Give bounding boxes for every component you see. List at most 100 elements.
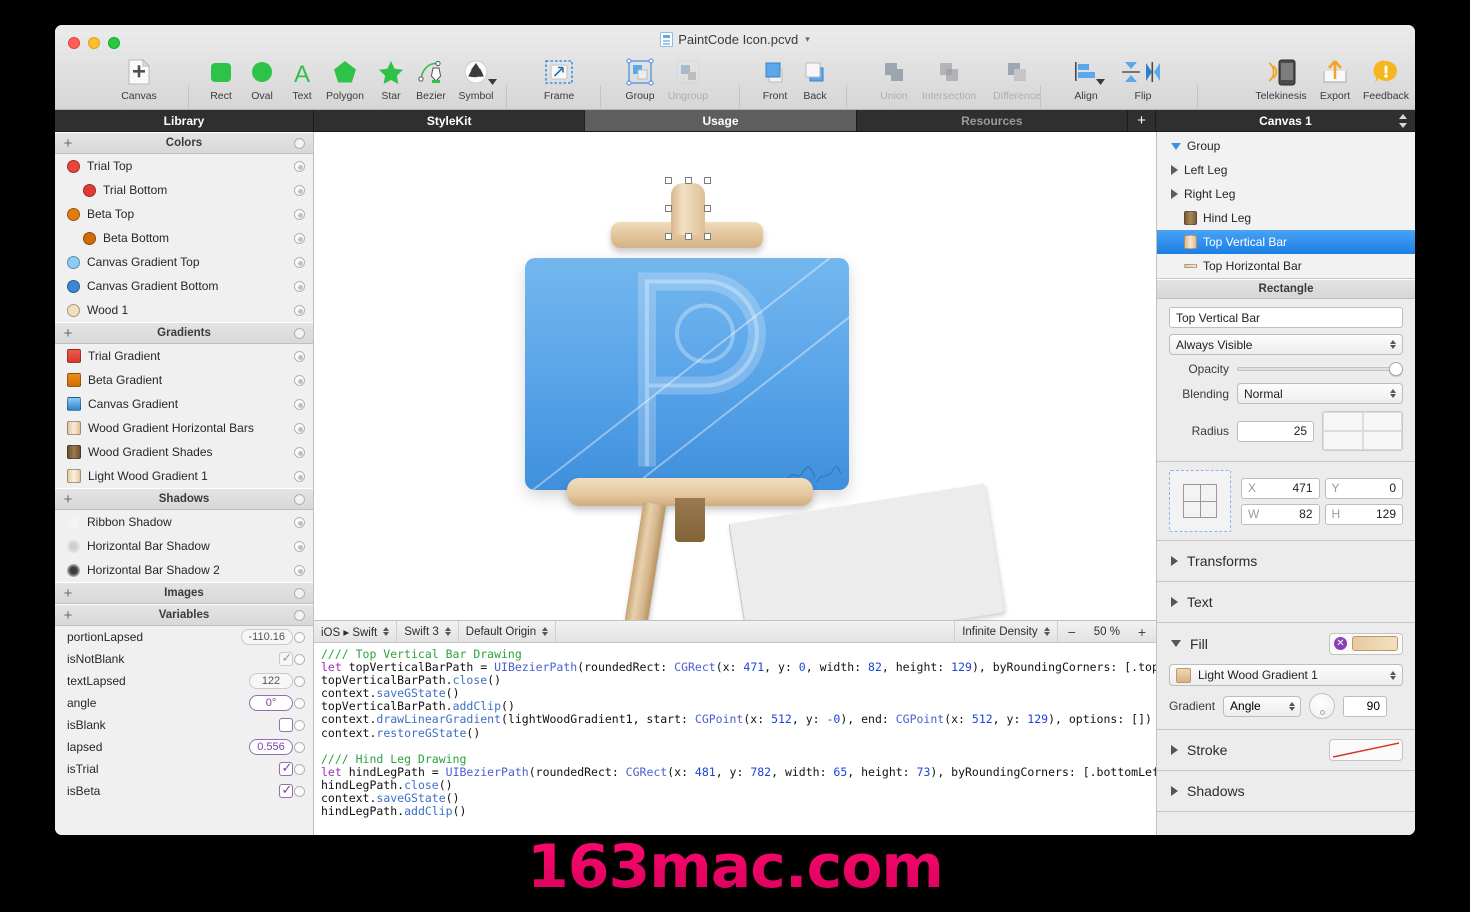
layer-row-group[interactable]: Group — [1157, 134, 1415, 158]
target-icon[interactable] — [294, 764, 305, 775]
section-toggle-icon[interactable] — [294, 588, 305, 599]
variable-row[interactable]: angle 0° — [55, 692, 313, 714]
variable-value[interactable]: 0.556 — [249, 739, 293, 755]
tab-stylekit[interactable]: StyleKit — [314, 110, 585, 131]
easel-left-leg[interactable] — [623, 502, 667, 620]
section-fill[interactable]: Fill ✕ — [1157, 623, 1415, 664]
section-toggle-icon[interactable] — [294, 494, 305, 505]
target-icon[interactable] — [294, 281, 305, 292]
target-icon[interactable] — [294, 471, 305, 482]
target-icon[interactable] — [294, 305, 305, 316]
gradient-type-select[interactable]: Angle — [1223, 696, 1301, 717]
resize-handle[interactable] — [704, 233, 711, 240]
tool-union[interactable]: Union — [866, 53, 922, 110]
add-tab-button[interactable]: + — [1128, 110, 1156, 131]
section-toggle-icon[interactable] — [294, 138, 305, 149]
variable-value[interactable]: 0° — [249, 695, 293, 711]
radius-input[interactable]: 25 — [1237, 421, 1314, 442]
variable-value[interactable]: -110.16 — [241, 629, 294, 645]
corner-radius-grid[interactable] — [1322, 411, 1403, 451]
fill-preview[interactable]: ✕ — [1329, 633, 1403, 655]
layer-row-top-vertical-bar[interactable]: Top Vertical Bar — [1157, 230, 1415, 254]
target-icon[interactable] — [294, 786, 305, 797]
chevron-down-icon[interactable] — [488, 79, 497, 85]
variable-row[interactable]: lapsed 0.556 — [55, 736, 313, 758]
tool-intersection[interactable]: Intersection — [921, 53, 977, 110]
tool-canvas[interactable]: Canvas — [111, 53, 167, 110]
canvas-area[interactable] — [314, 132, 1156, 620]
canvas-stepper[interactable] — [1399, 114, 1407, 128]
list-item[interactable]: Trial Bottom — [55, 178, 313, 202]
target-icon[interactable] — [294, 720, 305, 731]
variable-row[interactable]: isBeta — [55, 780, 313, 802]
list-item[interactable]: Trial Top — [55, 154, 313, 178]
resize-handle[interactable] — [685, 233, 692, 240]
chevron-down-icon[interactable] — [1096, 79, 1105, 85]
target-icon[interactable] — [294, 257, 305, 268]
list-item[interactable]: Horizontal Bar Shadow — [55, 534, 313, 558]
tool-flip[interactable]: Flip — [1115, 53, 1171, 110]
list-item[interactable]: Horizontal Bar Shadow 2 — [55, 558, 313, 582]
layer-row-left-leg[interactable]: Left Leg — [1157, 158, 1415, 182]
layer-name-input[interactable]: Top Vertical Bar — [1169, 307, 1403, 328]
section-text[interactable]: Text — [1157, 582, 1415, 623]
density-select[interactable]: Infinite Density — [955, 621, 1057, 642]
variable-row[interactable]: isBlank — [55, 714, 313, 736]
fill-gradient-select[interactable]: Light Wood Gradient 1 — [1169, 664, 1403, 686]
angle-input[interactable]: 90 — [1343, 696, 1387, 717]
chevron-right-icon[interactable] — [1171, 189, 1178, 199]
remove-fill-icon[interactable]: ✕ — [1334, 637, 1347, 650]
list-item[interactable]: Ribbon Shadow — [55, 510, 313, 534]
section-header-images[interactable]: + Images — [55, 582, 313, 604]
variable-row[interactable]: isNotBlank — [55, 648, 313, 670]
tool-symbol[interactable]: Symbol — [448, 53, 504, 110]
h-field[interactable]: H 129 — [1325, 504, 1404, 525]
x-field[interactable]: X 471 — [1241, 478, 1320, 499]
target-icon[interactable] — [294, 565, 305, 576]
target-icon[interactable] — [294, 742, 305, 753]
tool-frame[interactable]: Frame — [531, 53, 587, 110]
list-item[interactable]: Canvas Gradient — [55, 392, 313, 416]
platform-select[interactable]: iOS ▸ Swift — [314, 621, 397, 642]
tool-back[interactable]: Back — [787, 53, 843, 110]
easel-hind-leg[interactable] — [675, 498, 705, 542]
layer-row-hind-leg[interactable]: Hind Leg — [1157, 206, 1415, 230]
list-item[interactable]: Beta Top — [55, 202, 313, 226]
tool-ungroup[interactable]: Ungroup — [660, 53, 716, 110]
section-stroke[interactable]: Stroke — [1157, 730, 1415, 771]
resize-handle[interactable] — [665, 177, 672, 184]
tool-feedback[interactable]: Feedback — [1355, 53, 1415, 110]
code-editor[interactable]: //// Top Vertical Bar Drawing let topVer… — [314, 643, 1156, 835]
target-icon[interactable] — [294, 375, 305, 386]
target-icon[interactable] — [294, 447, 305, 458]
list-item[interactable]: Beta Gradient — [55, 368, 313, 392]
target-icon[interactable] — [294, 233, 305, 244]
tab-resources[interactable]: Resources — [857, 110, 1128, 131]
resize-handle[interactable] — [685, 177, 692, 184]
variable-row[interactable]: textLapsed 122 — [55, 670, 313, 692]
target-icon[interactable] — [294, 351, 305, 362]
section-header-gradients[interactable]: + Gradients — [55, 322, 313, 344]
y-field[interactable]: Y 0 — [1325, 478, 1404, 499]
corner-br[interactable] — [1363, 431, 1402, 450]
section-transforms[interactable]: Transforms — [1157, 541, 1415, 582]
angle-dial[interactable] — [1309, 693, 1335, 719]
list-item[interactable]: Canvas Gradient Top — [55, 250, 313, 274]
origin-select[interactable]: Default Origin — [459, 621, 556, 642]
tab-canvas-1[interactable]: Canvas 1 — [1156, 110, 1415, 131]
layer-row-right-leg[interactable]: Right Leg — [1157, 182, 1415, 206]
tab-usage[interactable]: Usage — [585, 110, 856, 131]
list-item[interactable]: Wood 1 — [55, 298, 313, 322]
target-icon[interactable] — [294, 654, 305, 665]
target-icon[interactable] — [294, 632, 305, 643]
target-icon[interactable] — [294, 185, 305, 196]
corner-tr[interactable] — [1363, 412, 1402, 431]
slider-knob[interactable] — [1389, 362, 1403, 376]
tool-telekinesis[interactable]: Telekinesis — [1247, 53, 1315, 110]
chevron-down-icon[interactable] — [1171, 143, 1181, 150]
list-item[interactable]: Canvas Gradient Bottom — [55, 274, 313, 298]
tab-library[interactable]: Library — [55, 110, 314, 131]
zoom-in-button[interactable]: + — [1138, 624, 1146, 640]
variable-checkbox[interactable] — [279, 784, 293, 798]
target-icon[interactable] — [294, 517, 305, 528]
